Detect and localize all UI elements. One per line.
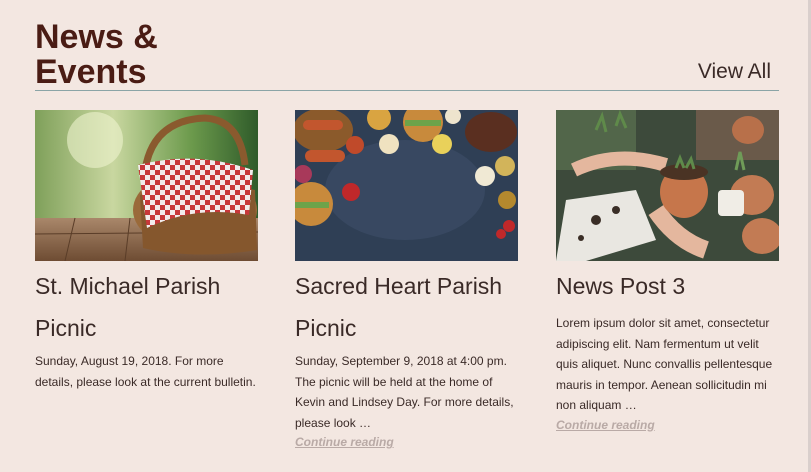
card-title[interactable]: St. Michael Parish Picnic bbox=[35, 265, 259, 349]
news-card: St. Michael Parish Picnic Sunday, August… bbox=[35, 110, 259, 392]
card-image-potting-plants[interactable] bbox=[556, 110, 779, 261]
header-divider bbox=[35, 90, 779, 91]
card-image-bbq-food[interactable] bbox=[295, 110, 518, 261]
card-title[interactable]: Sacred Heart Parish Picnic bbox=[295, 265, 519, 349]
news-card: News Post 3 Lorem ipsum dolor sit amet, … bbox=[556, 110, 780, 432]
continue-reading-link[interactable]: Continue reading bbox=[556, 418, 780, 432]
view-all-link[interactable]: View All bbox=[698, 60, 771, 84]
continue-reading-link[interactable]: Continue reading bbox=[295, 435, 519, 449]
card-excerpt: Sunday, September 9, 2018 at 4:00 pm. Th… bbox=[295, 354, 514, 430]
section-title: News & Events bbox=[35, 18, 158, 91]
card-excerpt: Sunday, August 19, 2018. For more detail… bbox=[35, 354, 256, 389]
news-events-section: News & Events View All St. Michael Paris… bbox=[0, 0, 811, 472]
card-image-picnic-basket[interactable] bbox=[35, 110, 258, 261]
card-title[interactable]: News Post 3 bbox=[556, 265, 780, 307]
card-excerpt: Lorem ipsum dolor sit amet, consectetur … bbox=[556, 316, 773, 412]
news-card: Sacred Heart Parish Picnic Sunday, Septe… bbox=[295, 110, 519, 449]
section-header: News & Events View All bbox=[35, 20, 779, 92]
